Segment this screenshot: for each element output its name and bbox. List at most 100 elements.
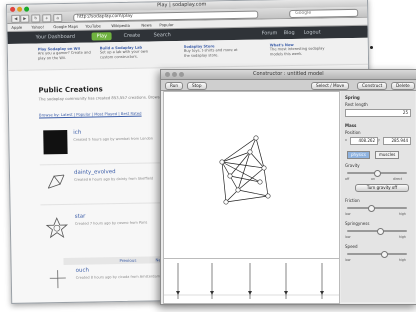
construct-button[interactable]: Construct — [357, 81, 388, 90]
creation-thumbnail[interactable] — [44, 170, 68, 194]
add-bookmark-icon[interactable]: + — [42, 14, 52, 23]
run-button[interactable]: Run — [165, 81, 184, 90]
divider — [40, 202, 161, 206]
rest-length-label: Rest length — [345, 102, 368, 107]
bookmark-item[interactable]: Google Maps — [53, 24, 78, 29]
model-canvas[interactable] — [163, 91, 340, 259]
creation-name[interactable]: dainty_evolved — [74, 169, 116, 176]
nav-search[interactable]: Search — [154, 32, 171, 38]
cursor-icon — [370, 46, 373, 49]
app-titlebar: Constructor : untitled model — [161, 70, 416, 80]
speed-low-label: low — [345, 258, 351, 262]
position-x-icon: x — [345, 138, 347, 142]
bookmark-item[interactable]: News — [141, 22, 151, 27]
creation-meta: Created 7 hours ago by cosmo from Paris — [74, 220, 148, 226]
minimize-icon[interactable] — [17, 6, 23, 12]
timeline-graph — [164, 263, 339, 299]
properties-panel: Spring Rest length 25 Mass Position x 40… — [341, 91, 415, 302]
gravity-slider[interactable] — [347, 169, 407, 177]
promo-item[interactable]: Sodaplay Store Buy toys, t-shirts and mor… — [184, 44, 240, 58]
close-icon[interactable] — [10, 6, 16, 12]
promo-body: The most interesting sodaplay models thi… — [269, 46, 325, 57]
gravity-on-label: on — [371, 177, 375, 181]
creation-thumbnail[interactable] — [45, 216, 69, 240]
bookmark-item[interactable]: YouTube — [85, 23, 101, 28]
select-move-button[interactable]: Select / Move — [311, 81, 350, 90]
timeline-panel[interactable] — [163, 258, 340, 304]
creation-name[interactable]: ouch — [76, 268, 89, 274]
creation-thumbnail[interactable] — [43, 129, 68, 155]
panel-tabs: physics muscles — [347, 151, 411, 159]
app-window-title: Constructor : untitled model — [253, 71, 324, 77]
springyness-slider-knob[interactable] — [377, 227, 384, 235]
speed-slider-knob[interactable] — [381, 250, 389, 258]
page-title: Public Creations — [38, 85, 103, 95]
friction-label: Friction — [345, 198, 360, 203]
nav-forum[interactable]: Forum — [262, 30, 278, 36]
bookmark-item[interactable]: Wikipedia — [111, 23, 130, 28]
nav-play[interactable]: Play — [91, 32, 113, 41]
constructor-window: Constructor : untitled model Run Stop Se… — [160, 69, 416, 305]
bookmark-item[interactable]: Apple — [11, 25, 22, 30]
creation-thumbnail[interactable] — [46, 268, 70, 290]
stop-button[interactable]: Stop — [187, 81, 207, 90]
springyness-high-label: high — [399, 235, 406, 239]
spring-section-label: Spring — [345, 95, 360, 100]
tab-physics[interactable]: physics — [347, 151, 370, 159]
nav-logout[interactable]: Logout — [303, 30, 320, 36]
creation-name[interactable]: ich — [73, 130, 81, 136]
position-y-input[interactable]: 285.944 — [383, 137, 411, 145]
nav-dashboard[interactable]: Your Dashboard — [36, 34, 75, 41]
promo-body: Set up a lab with your own custom constr… — [99, 49, 149, 60]
model-graph — [219, 135, 271, 205]
friction-slider[interactable] — [347, 204, 407, 212]
close-icon[interactable] — [165, 71, 170, 77]
gravity-off-label: off — [345, 177, 350, 181]
gravity-label: Gravity — [345, 163, 360, 168]
promo-strip: Play Sodaplay on Wii Are you a gamer? Cre… — [7, 37, 369, 71]
nav-blog[interactable]: Blog — [283, 30, 294, 36]
turn-gravity-off-button[interactable]: Turn gravity off — [355, 184, 409, 192]
promo-item[interactable]: Build a Sodaplay Lab Set up a lab with yo… — [99, 45, 156, 60]
delete-button[interactable]: Delete — [391, 81, 415, 90]
reload-icon[interactable]: ↻ — [31, 14, 41, 23]
zoom-icon[interactable] — [179, 71, 184, 77]
speed-label: Speed — [345, 244, 358, 249]
home-icon[interactable]: ⌂ — [53, 14, 63, 23]
position-y-icon: y — [378, 138, 380, 142]
forward-icon[interactable]: ▶ — [20, 14, 30, 23]
bookmark-item[interactable]: Popular — [159, 22, 173, 27]
gravity-direct-label: direct — [393, 177, 403, 181]
creation-meta: Created 6 hours ago by dainty from Sheff… — [74, 176, 154, 182]
promo-body: Buy toys, t-shirts and more at the sodap… — [183, 48, 238, 58]
position-x-input[interactable]: 408.262 — [350, 137, 378, 145]
promo-item[interactable]: What's New The most interesting sodaplay … — [270, 42, 326, 56]
springyness-slider[interactable] — [347, 227, 407, 235]
creation-thumbnail-drawing — [47, 174, 65, 189]
creation-meta: Created 8 hours ago by cicada from Amste… — [75, 274, 161, 280]
nav-create[interactable]: Create — [124, 33, 141, 39]
minimize-icon[interactable] — [172, 71, 177, 77]
promo-body: Are you a gamer? Create and play on the … — [37, 50, 91, 61]
app-toolbar: Run Stop Select / Move Construct Delete — [161, 80, 416, 91]
pager-prev[interactable]: Previous — [119, 258, 136, 263]
browser-window-title: Play | sodaplay.com — [156, 1, 207, 9]
friction-high-label: high — [399, 212, 406, 216]
position-label: Position — [345, 130, 361, 135]
browse-links-text[interactable]: Browse by: Latest | Popular | Most Playe… — [39, 111, 142, 118]
rest-length-input[interactable]: 25 — [345, 109, 411, 117]
friction-low-label: low — [345, 212, 351, 216]
bookmark-item[interactable]: Yahoo! — [31, 24, 44, 29]
back-icon[interactable]: ◀ — [11, 14, 21, 23]
promo-item[interactable]: Play Sodaplay on Wii Are you a gamer? Cre… — [37, 46, 94, 61]
browser-search-input[interactable]: Google — [289, 8, 359, 18]
mass-section-label: Mass — [345, 123, 357, 128]
zoom-icon[interactable] — [24, 6, 30, 12]
springyness-label: Springyness — [345, 221, 370, 226]
gravity-slider-knob[interactable] — [374, 169, 381, 177]
friction-slider-knob[interactable] — [368, 204, 375, 212]
tab-muscles[interactable]: muscles — [375, 151, 400, 159]
creation-name[interactable]: star — [75, 214, 86, 220]
speed-slider[interactable] — [347, 250, 407, 258]
creation-thumbnail-drawing — [49, 270, 66, 289]
